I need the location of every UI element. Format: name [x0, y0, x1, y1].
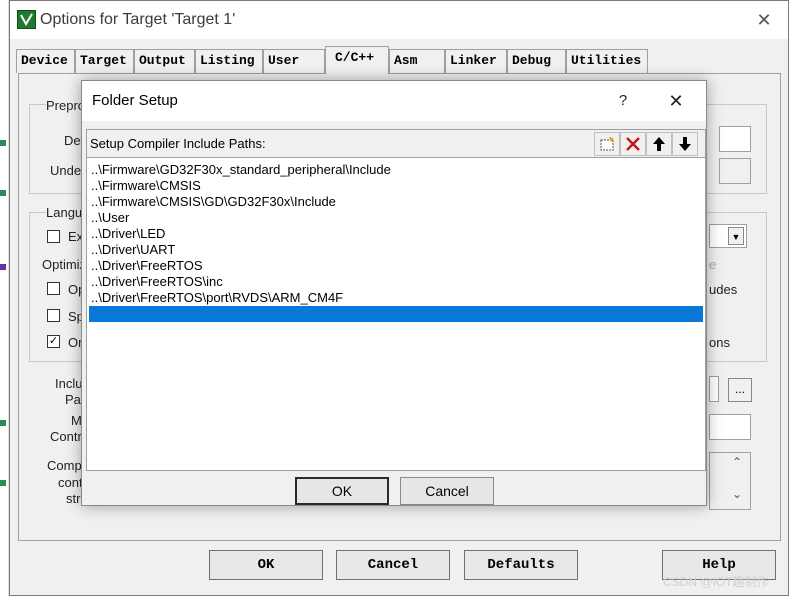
keil-app-icon [17, 10, 36, 29]
list-item[interactable]: ..\Firmware\GD32F30x_standard_peripheral… [89, 162, 703, 178]
tab-debug[interactable]: Debug [507, 49, 566, 73]
chevron-down-icon[interactable]: ⌄ [732, 487, 742, 501]
editor-marker [0, 140, 6, 146]
list-item[interactable]: ..\Driver\LED [89, 226, 703, 242]
move-down-icon [679, 137, 691, 151]
right-e-label: e [709, 257, 717, 272]
language-combo[interactable]: ▼ [709, 224, 747, 248]
right-ons-label: ons [709, 335, 730, 350]
ok-button[interactable]: OK [209, 550, 323, 580]
editor-marker [0, 480, 6, 486]
compiler-control-string-area[interactable]: ⌃ ⌄ [709, 452, 751, 510]
include-paths-list: ..\Firmware\GD32F30x_standard_peripheral… [87, 159, 705, 470]
list-item[interactable]: ..\Firmware\CMSIS\GD\GD32F30x\Include [89, 194, 703, 210]
tab-user[interactable]: User [263, 49, 325, 73]
move-up-button[interactable] [646, 132, 672, 156]
undefine-field[interactable] [719, 158, 751, 184]
define-field[interactable] [719, 126, 751, 152]
tab-output[interactable]: Output [134, 49, 195, 73]
folder-setup-dialog: Folder Setup ? ✕ Setup Compiler Include … [81, 80, 707, 506]
tab-asm[interactable]: Asm [389, 49, 445, 73]
folder-cancel-button[interactable]: Cancel [400, 477, 494, 505]
list-item[interactable]: ..\Driver\UART [89, 242, 703, 258]
list-item[interactable]: ..\Driver\FreeRTOS\port\RVDS\ARM_CM4F [89, 290, 703, 306]
optimize-label: Optimiz [42, 257, 87, 272]
delete-x-icon [626, 137, 640, 151]
tab-linker[interactable]: Linker [445, 49, 507, 73]
new-folder-icon [600, 136, 614, 151]
tab-target[interactable]: Target [75, 49, 134, 73]
new-folder-button[interactable] [594, 132, 620, 156]
chevron-up-icon[interactable]: ⌃ [732, 455, 742, 469]
folder-ok-button[interactable]: OK [295, 477, 389, 505]
options-title: Options for Target 'Target 1' [40, 11, 236, 28]
cancel-button[interactable]: Cancel [336, 550, 450, 580]
editor-edge-strip [0, 0, 9, 596]
include-paths-header: Setup Compiler Include Paths: [87, 130, 705, 158]
list-item[interactable]: ..\User [89, 210, 703, 226]
tab-listing[interactable]: Listing [195, 49, 263, 73]
tab-device[interactable]: Device [16, 49, 75, 73]
folder-setup-close-button[interactable]: ✕ [662, 89, 690, 113]
on-checkbox[interactable]: ✓ [47, 335, 60, 348]
misc-controls-field[interactable] [709, 414, 751, 440]
include-paths-field[interactable] [709, 376, 719, 402]
options-titlebar: Options for Target 'Target 1' ✕ [10, 1, 788, 39]
include-paths-listbox: Setup Compiler Include Paths: ..\Firmwar… [86, 129, 706, 471]
undefine-label: Undef [50, 163, 85, 178]
editor-marker [0, 264, 6, 270]
language-group-label: Langu [46, 205, 83, 220]
chevron-down-icon[interactable]: ▼ [728, 227, 744, 245]
options-close-button[interactable]: ✕ [750, 7, 778, 33]
control-label: cont [58, 475, 83, 490]
tab-utilities[interactable]: Utilities [566, 49, 648, 73]
preprocessor-group-label: Prepro [46, 98, 86, 113]
op-checkbox[interactable] [47, 282, 60, 295]
include-label: Inclu [55, 376, 83, 391]
folder-setup-titlebar: Folder Setup ? ✕ [82, 81, 706, 121]
right-udes-label: udes [709, 282, 738, 297]
ex-checkbox[interactable] [47, 230, 60, 243]
include-paths-browse-button[interactable]: ... [728, 378, 752, 402]
editor-marker [0, 190, 6, 196]
move-down-button[interactable] [672, 132, 698, 156]
sp-checkbox[interactable] [47, 309, 60, 322]
delete-button[interactable] [620, 132, 646, 156]
controls-label: Contr [50, 429, 82, 444]
csdn-watermark: CSDN @IOT趣制作 [663, 575, 769, 589]
tab-c-cpp[interactable]: C/C++ [325, 46, 389, 74]
editor-marker [0, 420, 6, 426]
help-button[interactable]: ? [612, 89, 634, 113]
folder-setup-title: Folder Setup [92, 92, 178, 109]
move-up-icon [653, 137, 665, 151]
compiler-label: Comp [47, 458, 82, 473]
list-item[interactable]: ..\Firmware\CMSIS [89, 178, 703, 194]
list-item[interactable]: ..\Driver\FreeRTOS\inc [89, 274, 703, 290]
include-paths-label: Setup Compiler Include Paths: [90, 136, 266, 151]
defaults-button[interactable]: Defaults [464, 550, 578, 580]
list-item-new-selected[interactable] [89, 306, 703, 322]
list-item[interactable]: ..\Driver\FreeRTOS [89, 258, 703, 274]
